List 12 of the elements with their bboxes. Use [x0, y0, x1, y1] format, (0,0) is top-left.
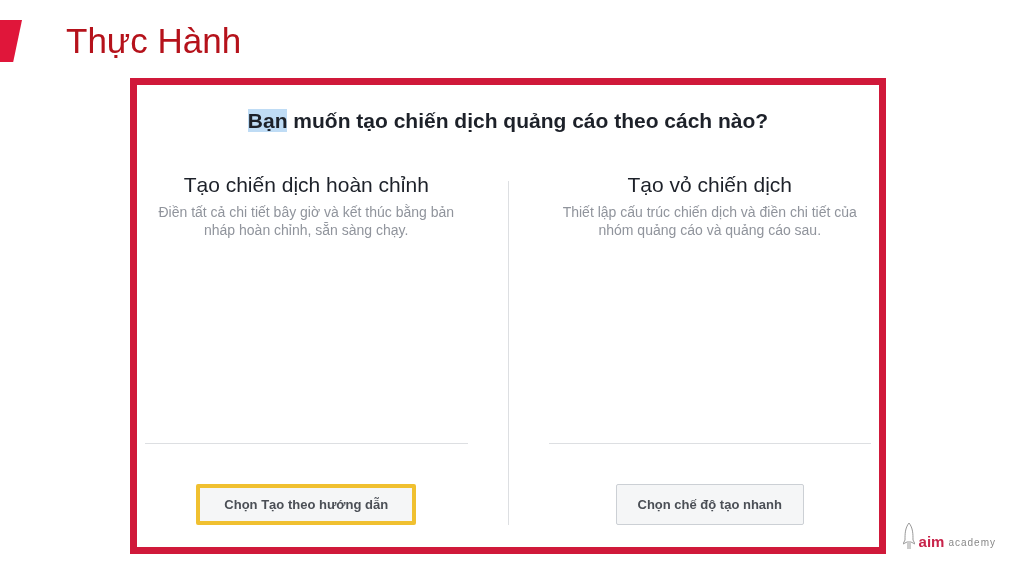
- rocket-icon: [902, 522, 915, 550]
- choose-button[interactable]: Chọn chế độ tạo nhanh: [615, 484, 804, 525]
- option-title: Tạo chiến dịch hoàn chỉnh: [183, 173, 429, 197]
- choose-button[interactable]: Chọn Tạo theo hướng dẫn: [196, 484, 417, 525]
- option-description: Thiết lập cấu trúc chiến dịch và điền chi tiết của nhóm quảng cáo và quảng cáo sau.: [561, 203, 858, 240]
- logo-suffix: academy: [948, 537, 996, 550]
- option-title: Tạo vỏ chiến dịch: [627, 173, 793, 197]
- logo-brand: aim: [918, 533, 945, 550]
- dialog-question: Bạn muốn tạo chiến dịch quảng cáo theo cách nào?: [246, 109, 770, 133]
- slide-accent: [0, 20, 22, 62]
- option-description: Điền tất cả chi tiết bây giờ và kết thúc bằng bản nháp hoàn chỉnh, sẵn sàng chạy.: [157, 203, 456, 240]
- slide-title: Thực Hành: [66, 21, 242, 61]
